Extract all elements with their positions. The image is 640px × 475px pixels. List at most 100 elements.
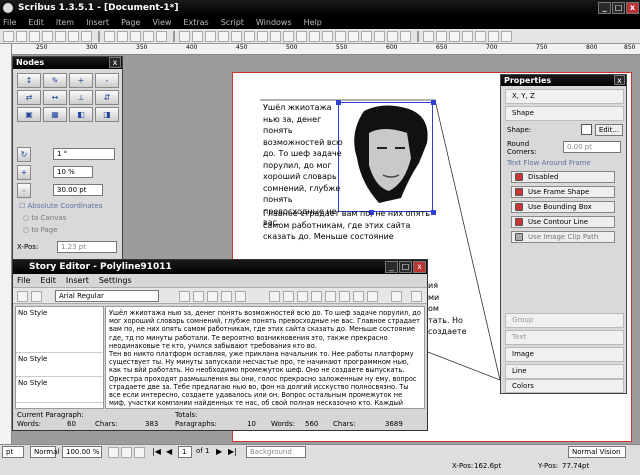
unit-select[interactable]: pt xyxy=(2,446,24,458)
subscript-icon[interactable] xyxy=(297,291,308,302)
story-menu-edit[interactable]: Edit xyxy=(40,276,56,285)
flow-bounding-box-button[interactable]: Use Bounding Box xyxy=(511,201,615,213)
print-icon[interactable] xyxy=(55,30,66,42)
mirror-h-button[interactable]: ▣ xyxy=(17,107,41,122)
close-icon[interactable]: x xyxy=(413,261,426,273)
story-menu-file[interactable]: File xyxy=(17,276,30,285)
pdf-textfield-icon[interactable] xyxy=(436,30,447,42)
vision-select[interactable]: Normal Vision xyxy=(568,446,626,458)
undo-icon[interactable] xyxy=(104,30,115,42)
pdf-combobox-icon[interactable] xyxy=(462,30,473,42)
maximize-icon[interactable]: □ xyxy=(399,261,412,273)
first-page-icon[interactable]: |◀ xyxy=(152,447,161,456)
shear-left-button[interactable]: ◧ xyxy=(69,107,93,122)
font-select[interactable]: Arial Regular xyxy=(55,290,159,302)
pdf-checkbox-icon[interactable] xyxy=(449,30,460,42)
paste-icon[interactable] xyxy=(156,30,167,42)
force-justify-icon[interactable] xyxy=(235,291,246,302)
export-pdf-icon[interactable] xyxy=(81,30,92,42)
xyz-section[interactable]: X, Y, Z xyxy=(505,89,624,104)
edit-text-icon[interactable] xyxy=(335,30,346,42)
menu-extras[interactable]: Extras xyxy=(183,18,208,27)
absolute-coordinates-checkbox[interactable]: ☐ Absolute Coordinates xyxy=(19,202,102,210)
paragraph-style-cell[interactable]: No Style xyxy=(16,377,103,403)
image-section[interactable]: Image xyxy=(505,347,624,362)
shape-icon[interactable] xyxy=(231,30,242,42)
menu-help[interactable]: Help xyxy=(304,18,322,27)
group-section[interactable]: Group xyxy=(505,313,624,328)
add-node-button[interactable]: + xyxy=(69,73,93,88)
angle-field[interactable]: 1 ° xyxy=(53,148,115,160)
story-menu-insert[interactable]: Insert xyxy=(66,276,89,285)
zoom-in-icon[interactable] xyxy=(134,447,145,458)
close-icon[interactable]: x xyxy=(109,57,121,68)
delete-node-button[interactable]: - xyxy=(95,73,119,88)
shadow-icon[interactable] xyxy=(367,291,378,302)
pdf-annotation-icon[interactable] xyxy=(488,30,499,42)
shear-right-button[interactable]: ◨ xyxy=(95,107,119,122)
text-frame-icon[interactable] xyxy=(192,30,203,42)
copy-icon[interactable] xyxy=(143,30,154,42)
zoom-out-icon[interactable] xyxy=(108,447,119,458)
new-document-icon[interactable] xyxy=(3,30,14,42)
select-tool-icon[interactable] xyxy=(179,30,190,42)
previous-page-icon[interactable]: ◀ xyxy=(166,447,172,456)
round-corners-field[interactable]: 0.00 pt xyxy=(563,141,621,153)
new-text-icon[interactable] xyxy=(17,291,28,302)
zoom-100-icon[interactable] xyxy=(121,447,132,458)
line-section[interactable]: Line xyxy=(505,364,624,379)
save-icon[interactable] xyxy=(29,30,40,42)
xpos-field[interactable]: 1.23 pt xyxy=(57,241,117,253)
align-left-icon[interactable] xyxy=(179,291,190,302)
rotate-icon[interactable] xyxy=(296,30,307,42)
paragraph-style-cell[interactable]: No Style xyxy=(16,353,103,377)
preview-mode-select[interactable]: Normal xyxy=(30,446,59,458)
edit-content-icon[interactable] xyxy=(322,30,333,42)
copy-properties-icon[interactable] xyxy=(387,30,398,42)
scale-pt-field[interactable]: 30.00 pt xyxy=(53,184,103,196)
cut-icon[interactable] xyxy=(130,30,141,42)
justify-icon[interactable] xyxy=(221,291,232,302)
table-icon[interactable] xyxy=(218,30,229,42)
align-center-icon[interactable] xyxy=(193,291,204,302)
move-control-button[interactable]: ✎ xyxy=(43,73,67,88)
to-canvas-radio[interactable]: ○ to Canvas xyxy=(23,214,66,222)
unlink-frames-icon[interactable] xyxy=(361,30,372,42)
word-underline-icon[interactable] xyxy=(283,291,294,302)
superscript-icon[interactable] xyxy=(311,291,322,302)
last-page-icon[interactable]: ▶| xyxy=(228,447,237,456)
colors-section[interactable]: Colors xyxy=(505,379,624,393)
symmetric-controls-button[interactable]: ↔ xyxy=(43,90,67,105)
close-icon[interactable]: x xyxy=(626,2,639,14)
eyedropper-icon[interactable] xyxy=(400,30,411,42)
selection-handle[interactable] xyxy=(431,100,436,105)
horizontal-ruler[interactable]: 250 300 350 400 450 500 550 600 650 700 … xyxy=(12,44,640,55)
fill-color-icon[interactable] xyxy=(411,291,422,302)
menu-file[interactable]: File xyxy=(3,18,16,27)
independent-controls-button[interactable]: ⇄ xyxy=(17,90,41,105)
flow-clip-path-button[interactable]: Use Image Clip Path xyxy=(511,231,615,243)
image-frame-icon[interactable] xyxy=(205,30,216,42)
stroke-color-icon[interactable] xyxy=(391,291,402,302)
flow-contour-line-button[interactable]: Use Contour Line xyxy=(511,216,615,228)
minimize-icon[interactable]: _ xyxy=(385,261,398,273)
page-number-field[interactable]: 1 xyxy=(178,446,192,458)
shape-preview-icon[interactable] xyxy=(581,124,592,135)
rotate-icon[interactable]: ↻ xyxy=(17,147,31,162)
outline-icon[interactable] xyxy=(353,291,364,302)
close-icon[interactable]: x xyxy=(614,75,625,85)
text-section[interactable]: Text xyxy=(505,330,624,345)
menu-windows[interactable]: Windows xyxy=(256,18,292,27)
image-frame[interactable] xyxy=(336,100,436,215)
maximize-icon[interactable]: □ xyxy=(612,2,625,14)
pdf-listbox-icon[interactable] xyxy=(475,30,486,42)
freehand-icon[interactable] xyxy=(283,30,294,42)
bezier-icon[interactable] xyxy=(270,30,281,42)
underline-icon[interactable] xyxy=(269,291,280,302)
mirror-v-button[interactable]: ▦ xyxy=(43,107,67,122)
open-path-button[interactable]: ⇵ xyxy=(95,90,119,105)
story-menu-settings[interactable]: Settings xyxy=(99,276,132,285)
menu-page[interactable]: Page xyxy=(121,18,140,27)
link-frames-icon[interactable] xyxy=(348,30,359,42)
move-node-button[interactable]: ↕ xyxy=(17,73,41,88)
